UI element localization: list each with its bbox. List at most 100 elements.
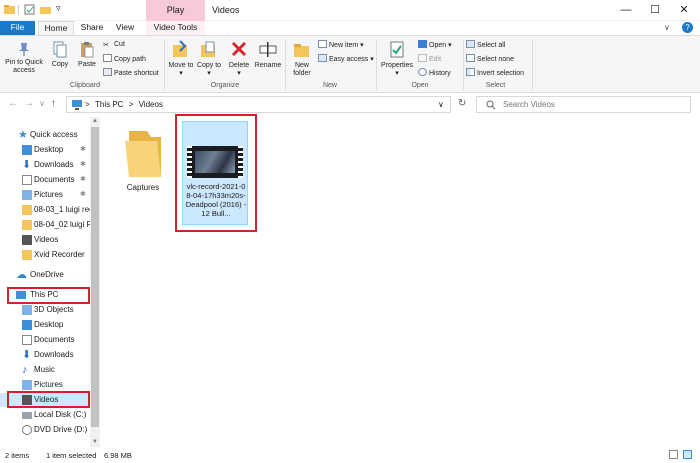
select-all-button[interactable]: Select all <box>466 40 505 50</box>
nav-pc-dvd-drive[interactable]: DVD Drive (D:) P <box>0 423 96 437</box>
copy-to-icon <box>201 41 215 57</box>
easy-access-icon <box>318 54 327 62</box>
nav-quick-downloads[interactable]: ⬇ Downloads ✱ <box>0 158 96 172</box>
edit-icon <box>418 54 427 62</box>
select-none-button[interactable]: Select none <box>466 54 514 64</box>
copy-to-button[interactable]: Copy to ▾ <box>196 40 222 78</box>
breadcrumb-videos[interactable]: Videos <box>139 100 163 109</box>
up-arrow-icon[interactable]: ↑ <box>51 98 56 109</box>
folder-captures[interactable]: Captures <box>115 127 171 207</box>
invert-selection-button[interactable]: Invert selection <box>466 68 524 78</box>
breadcrumb-this-pc[interactable]: This PC <box>95 100 123 109</box>
document-icon <box>22 335 32 345</box>
rename-button[interactable]: Rename <box>254 40 282 70</box>
address-dropdown-icon[interactable]: ∨ <box>438 100 444 109</box>
tab-file[interactable]: File <box>0 21 35 35</box>
nav-quick-videos[interactable]: Videos <box>0 233 96 247</box>
new-item-button[interactable]: New item ▾ <box>318 40 364 50</box>
selection-size: 6.98 MB <box>104 451 132 460</box>
large-icons-view-icon[interactable] <box>683 450 692 459</box>
address-bar[interactable]: > This PC > Videos ∨ <box>66 96 451 113</box>
new-folder-button[interactable]: New folder <box>288 40 316 78</box>
nav-pc-local-disk[interactable]: Local Disk (C:) <box>0 408 96 422</box>
tab-home[interactable]: Home <box>38 21 74 35</box>
history-button[interactable]: History <box>418 68 451 78</box>
highlight-this-pc <box>7 287 90 304</box>
nav-quick-documents[interactable]: Documents ✱ <box>0 173 96 187</box>
group-label-open: Open <box>411 82 429 89</box>
dropdown-icon: ▾ <box>237 70 241 77</box>
refresh-icon[interactable]: ↻ <box>458 98 466 109</box>
nav-quick-folder-0803[interactable]: 08-03_1 luigi rec <box>0 203 96 217</box>
move-to-button[interactable]: Move to ▾ <box>168 40 194 78</box>
search-input[interactable]: Search Videos <box>476 96 691 113</box>
folder-icon <box>22 205 32 215</box>
nav-quick-xvid-recorder[interactable]: Xvid Recorder <box>0 248 96 262</box>
rename-icon <box>259 42 277 57</box>
nav-scrollbar-thumb[interactable] <box>91 127 99 427</box>
paste-button[interactable]: Paste <box>74 41 100 69</box>
divider <box>376 40 377 90</box>
nav-pc-3d-objects[interactable]: 3D Objects <box>0 303 96 317</box>
group-label-clipboard: Clipboard <box>70 82 100 89</box>
video-icon <box>22 235 32 245</box>
document-icon <box>22 175 32 185</box>
back-arrow-icon[interactable]: ← <box>8 98 18 109</box>
copy-button[interactable]: Copy <box>48 41 72 69</box>
scroll-up-icon[interactable]: ▲ <box>92 118 98 124</box>
tab-video-tools[interactable]: Video Tools <box>146 21 205 35</box>
open-button[interactable]: Open ▾ <box>418 40 452 50</box>
delete-button[interactable]: Delete ▾ <box>226 40 252 78</box>
dropdown-icon: ▾ <box>179 70 183 77</box>
close-button[interactable]: ✕ <box>670 0 698 21</box>
customize-quick-access-icon[interactable]: ▿ <box>56 3 61 14</box>
ribbon-tabs: File Home Share View Video Tools ∨ ? <box>0 21 700 35</box>
breadcrumb-separator: > <box>85 100 90 109</box>
search-placeholder: Search Videos <box>503 100 555 109</box>
collapse-ribbon-icon[interactable]: ∨ <box>664 23 670 32</box>
select-all-icon <box>466 40 475 48</box>
tab-view[interactable]: View <box>110 21 140 35</box>
history-icon <box>418 68 427 76</box>
maximize-button[interactable]: ☐ <box>641 0 669 21</box>
copy-path-button[interactable]: Copy path <box>103 54 146 64</box>
item-count: 2 items <box>5 451 30 460</box>
properties-quick-icon[interactable] <box>24 4 35 15</box>
new-item-icon <box>318 40 327 48</box>
file-list: Captures vlc-record-2021-08-04-17h33m20s… <box>101 114 700 447</box>
delete-x-icon <box>231 41 247 57</box>
copy-icon <box>53 41 67 58</box>
pin-quick-access-button[interactable]: Pin to Quick access <box>4 41 44 75</box>
nav-pc-pictures[interactable]: Pictures <box>0 378 96 392</box>
recent-locations-icon[interactable]: ∨ <box>39 99 45 108</box>
hard-drive-icon <box>22 412 32 419</box>
search-icon <box>486 100 496 110</box>
properties-button[interactable]: Properties ▾ <box>379 40 415 78</box>
highlight-videos <box>7 391 90 408</box>
cut-button[interactable]: ✂ Cut <box>103 40 125 49</box>
nav-pc-downloads[interactable]: ⬇ Downloads <box>0 348 96 362</box>
scroll-down-icon[interactable]: ▼ <box>92 439 98 445</box>
nav-pc-documents[interactable]: Documents <box>0 333 96 347</box>
nav-quick-desktop[interactable]: Desktop ✱ <box>0 143 96 157</box>
help-icon[interactable]: ? <box>682 22 693 33</box>
details-view-icon[interactable] <box>669 450 678 459</box>
paste-shortcut-button[interactable]: Paste shortcut <box>103 68 159 78</box>
nav-quick-access[interactable]: ★ Quick access <box>0 128 96 142</box>
pin-icon: ✱ <box>80 191 86 198</box>
divider <box>18 5 19 15</box>
minimize-button[interactable]: — <box>612 0 640 21</box>
tab-share[interactable]: Share <box>76 21 108 35</box>
edit-button[interactable]: Edit <box>418 54 441 64</box>
forward-arrow-icon[interactable]: → <box>24 98 34 109</box>
nav-pc-desktop[interactable]: Desktop <box>0 318 96 332</box>
nav-quick-folder-0804[interactable]: 08-04_02 luigi Re <box>0 218 96 232</box>
new-folder-quick-icon[interactable] <box>40 4 51 15</box>
easy-access-button[interactable]: Easy access ▾ <box>318 54 374 64</box>
folder-icon <box>22 220 32 230</box>
nav-pc-music[interactable]: ♪ Music <box>0 363 96 377</box>
nav-quick-pictures[interactable]: Pictures ✱ <box>0 188 96 202</box>
select-none-icon <box>466 54 475 62</box>
folder-icon <box>4 5 15 14</box>
nav-onedrive[interactable]: ☁ OneDrive <box>0 268 96 282</box>
